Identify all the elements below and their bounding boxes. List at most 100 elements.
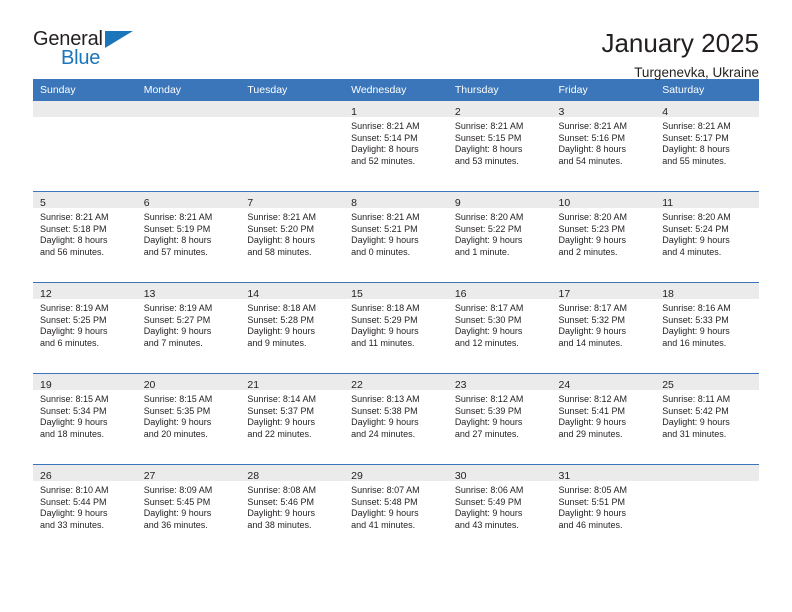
calendar-cell-empty <box>655 464 759 555</box>
day-cell: 18 Sunrise: 8:16 AM Sunset: 5:33 PM Dayligh… <box>655 283 759 373</box>
day-number-band: 4 <box>655 101 759 118</box>
sunset-text: Sunset: 5:28 PM <box>247 314 314 325</box>
weekday-header-thursday: Thursday <box>447 79 552 101</box>
calendar-cell-day[interactable]: 10 Sunrise: 8:20 AM Sunset: 5:23 PM Dayligh… <box>551 191 656 283</box>
calendar-cell-day[interactable]: 8 Sunrise: 8:21 AM Sunset: 5:21 PM Daylight… <box>344 191 448 283</box>
calendar-cell-day[interactable]: 25 Sunrise: 8:11 AM Sunset: 5:42 PM Dayligh… <box>655 373 759 465</box>
calendar-cell-day[interactable]: 16 Sunrise: 8:17 AM Sunset: 5:30 PM Dayligh… <box>447 282 552 374</box>
calendar-cell-day[interactable]: 21 Sunrise: 8:14 AM Sunset: 5:37 PM Dayligh… <box>240 373 345 465</box>
calendar-cell-day[interactable]: 13 Sunrise: 8:19 AM Sunset: 5:27 PM Dayligh… <box>136 282 241 374</box>
day-number: 28 <box>247 470 260 482</box>
day-info: Sunrise: 8:16 AM Sunset: 5:33 PM Daylight:… <box>655 299 759 349</box>
day-cell: 9 Sunrise: 8:20 AM Sunset: 5:22 PM Daylight… <box>447 192 552 282</box>
daylight-text-line1: Daylight: 9 hours <box>40 326 108 337</box>
calendar-cell-day[interactable]: 5 Sunrise: 8:21 AM Sunset: 5:18 PM Daylight… <box>33 191 137 283</box>
general-blue-logo: General Blue <box>33 28 148 74</box>
daylight-text-line2: and 12 minutes. <box>454 337 519 348</box>
daylight-text-line2: and 55 minutes. <box>662 155 727 166</box>
calendar-cell-day[interactable]: 15 Sunrise: 8:18 AM Sunset: 5:29 PM Dayligh… <box>344 282 448 374</box>
day-cell: 12 Sunrise: 8:19 AM Sunset: 5:25 PM Dayligh… <box>33 283 137 373</box>
sunrise-text: Sunrise: 8:13 AM <box>351 394 420 404</box>
day-info: Sunrise: 8:19 AM Sunset: 5:25 PM Daylight:… <box>33 299 137 349</box>
sunrise-text: Sunrise: 8:18 AM <box>351 303 420 313</box>
calendar-cell-day[interactable]: 12 Sunrise: 8:19 AM Sunset: 5:25 PM Dayligh… <box>33 282 137 374</box>
daylight-text-line2: and 7 minutes. <box>143 337 203 348</box>
sunrise-text: Sunrise: 8:17 AM <box>454 303 524 313</box>
title-block: January 2025 Turgenevka, Ukraine <box>601 28 759 82</box>
weekday-header-friday: Friday <box>551 79 656 101</box>
day-number-band <box>655 465 759 481</box>
sunset-text: Sunset: 5:18 PM <box>40 223 107 234</box>
calendar-cell-day[interactable]: 19 Sunrise: 8:15 AM Sunset: 5:34 PM Dayligh… <box>33 373 137 465</box>
calendar-cell-day[interactable]: 30 Sunrise: 8:06 AM Sunset: 5:49 PM Dayligh… <box>447 464 552 555</box>
sunset-text: Sunset: 5:51 PM <box>558 496 626 507</box>
calendar-cell-day[interactable]: 24 Sunrise: 8:12 AM Sunset: 5:41 PM Dayligh… <box>551 373 656 465</box>
day-cell: 15 Sunrise: 8:18 AM Sunset: 5:29 PM Dayligh… <box>344 283 448 373</box>
calendar-cell-day[interactable]: 4 Sunrise: 8:21 AM Sunset: 5:17 PM Daylight… <box>655 101 759 192</box>
day-number: 5 <box>40 197 46 209</box>
daylight-text-line1: Daylight: 8 hours <box>143 235 212 246</box>
daylight-text-line1: Daylight: 9 hours <box>662 326 730 337</box>
daylight-text-line2: and 33 minutes. <box>40 519 105 530</box>
calendar-cell-day[interactable]: 9 Sunrise: 8:20 AM Sunset: 5:22 PM Daylight… <box>447 191 552 283</box>
daylight-text-line2: and 52 minutes. <box>351 155 416 166</box>
calendar-cell-day[interactable]: 18 Sunrise: 8:16 AM Sunset: 5:33 PM Dayligh… <box>655 282 759 374</box>
day-number: 24 <box>558 379 571 391</box>
day-number: 22 <box>351 379 363 391</box>
day-cell: 26 Sunrise: 8:10 AM Sunset: 5:44 PM Dayligh… <box>33 465 137 555</box>
day-number: 29 <box>351 470 363 482</box>
calendar-week-row: 26 Sunrise: 8:10 AM Sunset: 5:44 PM Dayligh… <box>33 464 759 555</box>
day-cell: 21 Sunrise: 8:14 AM Sunset: 5:37 PM Dayligh… <box>240 374 345 464</box>
day-number: 20 <box>143 379 156 391</box>
daylight-text-line1: Daylight: 9 hours <box>247 508 315 519</box>
sunset-text: Sunset: 5:35 PM <box>143 405 211 416</box>
calendar-cell-day[interactable]: 28 Sunrise: 8:08 AM Sunset: 5:46 PM Dayligh… <box>240 464 345 555</box>
calendar-body: 1 Sunrise: 8:21 AM Sunset: 5:14 PM Daylight… <box>33 101 759 555</box>
calendar-cell-day[interactable]: 2 Sunrise: 8:21 AM Sunset: 5:15 PM Daylight… <box>447 101 552 192</box>
sunrise-text: Sunrise: 8:19 AM <box>40 303 109 313</box>
daylight-text-line1: Daylight: 8 hours <box>40 235 108 246</box>
day-number: 16 <box>454 288 467 300</box>
daylight-text-line2: and 58 minutes. <box>247 246 312 257</box>
day-number-band: 10 <box>551 192 656 209</box>
calendar-cell-day[interactable]: 31 Sunrise: 8:05 AM Sunset: 5:51 PM Dayligh… <box>551 464 656 555</box>
daylight-text-line1: Daylight: 9 hours <box>143 417 212 428</box>
day-number-band: 1 <box>344 101 448 118</box>
day-info: Sunrise: 8:19 AM Sunset: 5:27 PM Daylight:… <box>137 299 241 349</box>
daylight-text-line1: Daylight: 9 hours <box>454 417 523 428</box>
day-number-band: 12 <box>33 283 137 300</box>
daylight-text-line2: and 27 minutes. <box>454 428 519 439</box>
day-number: 21 <box>247 379 260 391</box>
day-number: 13 <box>143 288 156 300</box>
calendar-cell-day[interactable]: 11 Sunrise: 8:20 AM Sunset: 5:24 PM Dayligh… <box>655 191 759 283</box>
calendar-cell-day[interactable]: 23 Sunrise: 8:12 AM Sunset: 5:39 PM Dayligh… <box>447 373 552 465</box>
sunrise-text: Sunrise: 8:21 AM <box>662 121 731 131</box>
sunrise-text: Sunrise: 8:20 AM <box>662 212 731 222</box>
sunset-text: Sunset: 5:22 PM <box>454 223 522 234</box>
sunset-text: Sunset: 5:21 PM <box>351 223 418 234</box>
calendar-cell-day[interactable]: 7 Sunrise: 8:21 AM Sunset: 5:20 PM Daylight… <box>240 191 345 283</box>
daylight-text-line2: and 20 minutes. <box>143 428 208 439</box>
calendar-cell-day[interactable]: 14 Sunrise: 8:18 AM Sunset: 5:28 PM Dayligh… <box>240 282 345 374</box>
daylight-text-line1: Daylight: 8 hours <box>662 144 730 155</box>
calendar-cell-day[interactable]: 1 Sunrise: 8:21 AM Sunset: 5:14 PM Daylight… <box>344 101 448 192</box>
calendar-cell-day[interactable]: 3 Sunrise: 8:21 AM Sunset: 5:16 PM Daylight… <box>551 101 656 192</box>
day-info: Sunrise: 8:05 AM Sunset: 5:51 PM Daylight:… <box>552 481 656 531</box>
day-number: 6 <box>143 197 150 209</box>
calendar-cell-day[interactable]: 22 Sunrise: 8:13 AM Sunset: 5:38 PM Dayligh… <box>344 373 448 465</box>
calendar-cell-day[interactable]: 29 Sunrise: 8:07 AM Sunset: 5:48 PM Dayligh… <box>344 464 448 555</box>
calendar-cell-day[interactable]: 17 Sunrise: 8:17 AM Sunset: 5:32 PM Dayligh… <box>551 282 656 374</box>
calendar-cell-day[interactable]: 6 Sunrise: 8:21 AM Sunset: 5:19 PM Daylight… <box>136 191 241 283</box>
day-number-band: 21 <box>240 374 345 391</box>
calendar-grid: Sunday Monday Tuesday Wednesday Thursday… <box>33 79 759 555</box>
sunrise-text: Sunrise: 8:21 AM <box>40 212 109 222</box>
sunrise-text: Sunrise: 8:15 AM <box>40 394 109 404</box>
calendar-week-row: 12 Sunrise: 8:19 AM Sunset: 5:25 PM Dayligh… <box>33 282 759 374</box>
day-number: 14 <box>247 288 260 300</box>
calendar-cell-day[interactable]: 26 Sunrise: 8:10 AM Sunset: 5:44 PM Dayligh… <box>33 464 137 555</box>
daylight-text-line1: Daylight: 9 hours <box>454 326 523 337</box>
calendar-cell-day[interactable]: 27 Sunrise: 8:09 AM Sunset: 5:45 PM Dayligh… <box>136 464 241 555</box>
calendar-cell-day[interactable]: 20 Sunrise: 8:15 AM Sunset: 5:35 PM Dayligh… <box>136 373 241 465</box>
sunset-text: Sunset: 5:30 PM <box>454 314 522 325</box>
day-number-band: 26 <box>33 465 137 482</box>
